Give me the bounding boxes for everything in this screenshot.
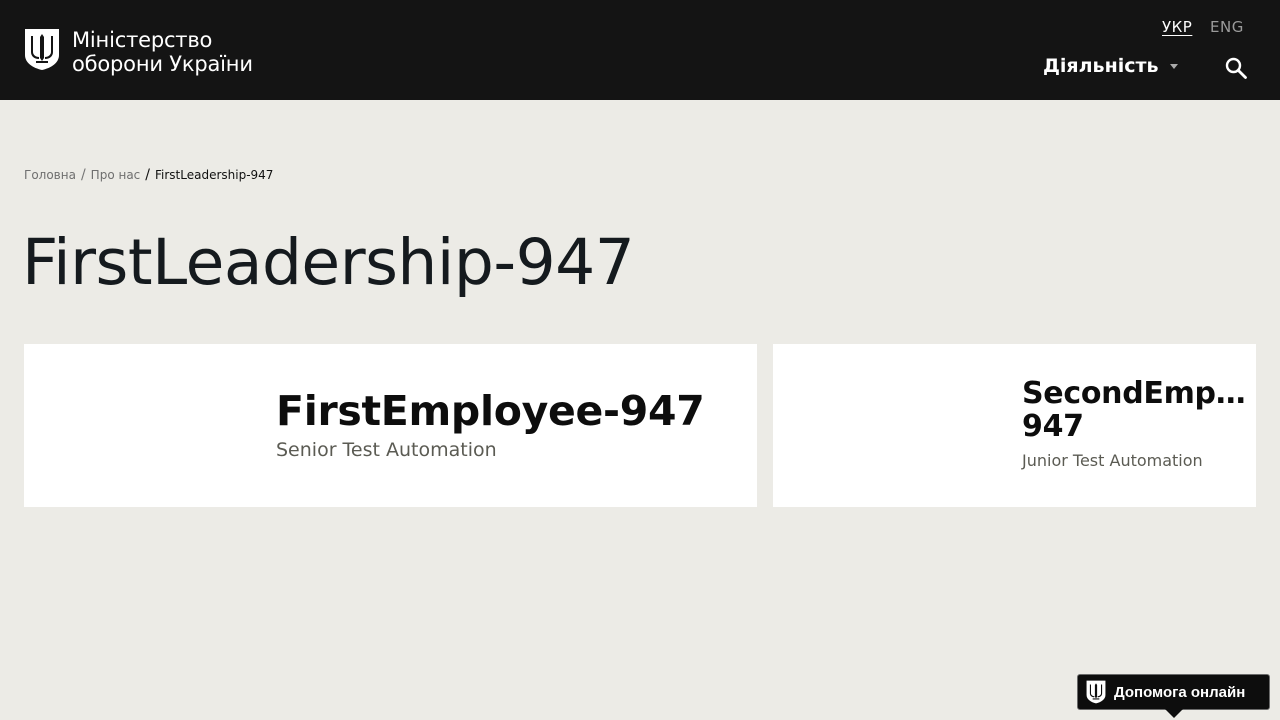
help-online-button[interactable]: Допомога онлайн bbox=[1077, 674, 1270, 718]
breadcrumb-home-link[interactable]: Головна bbox=[24, 167, 76, 183]
activity-menu-label: Діяльність bbox=[1043, 55, 1159, 77]
employee-role: Senior Test Automation bbox=[276, 439, 497, 461]
employee-role: Junior Test Automation bbox=[1022, 451, 1203, 470]
breadcrumb-separator: / bbox=[80, 167, 86, 183]
help-bubble-tail bbox=[1165, 709, 1183, 718]
logo-text: Міністерство оборони України bbox=[72, 28, 253, 76]
lang-ukr-link[interactable]: УКР bbox=[1162, 17, 1192, 37]
employee-card[interactable]: SecondEmployee- 947 Junior Test Automati… bbox=[773, 344, 1256, 507]
site-header: Міністерство оборони України УКР ENG Дія… bbox=[0, 0, 1280, 100]
help-online-label: Допомога онлайн bbox=[1114, 683, 1246, 701]
logo-line-1: Міністерство bbox=[72, 28, 213, 52]
search-icon bbox=[1225, 57, 1247, 79]
employee-name-line-1: SecondEmployee- bbox=[1022, 377, 1247, 410]
page-title: FirstLeadership-947 bbox=[22, 226, 635, 299]
search-button[interactable] bbox=[1224, 56, 1248, 80]
site-logo[interactable]: Міністерство оборони України bbox=[24, 28, 253, 76]
trident-shield-icon bbox=[25, 29, 59, 70]
breadcrumb-current: FirstLeadership-947 bbox=[154, 168, 274, 182]
trident-shield-icon bbox=[1086, 680, 1106, 704]
lang-eng-link[interactable]: ENG bbox=[1210, 17, 1244, 37]
employee-name-line-2: 947 bbox=[1022, 409, 1084, 444]
activity-menu[interactable]: Діяльність bbox=[1043, 55, 1178, 77]
breadcrumb: Головна / Про нас / FirstLeadership-947 bbox=[24, 167, 273, 183]
breadcrumb-about-link[interactable]: Про нас bbox=[91, 167, 141, 183]
logo-line-2: оборони України bbox=[72, 52, 253, 76]
caret-down-icon bbox=[1169, 64, 1178, 69]
breadcrumb-separator: / bbox=[145, 167, 150, 183]
employee-name: SecondEmployee- 947 bbox=[1022, 377, 1247, 443]
employee-card[interactable]: FirstEmployee-947 Senior Test Automation bbox=[24, 344, 757, 507]
employee-name: FirstEmployee-947 bbox=[276, 387, 705, 435]
